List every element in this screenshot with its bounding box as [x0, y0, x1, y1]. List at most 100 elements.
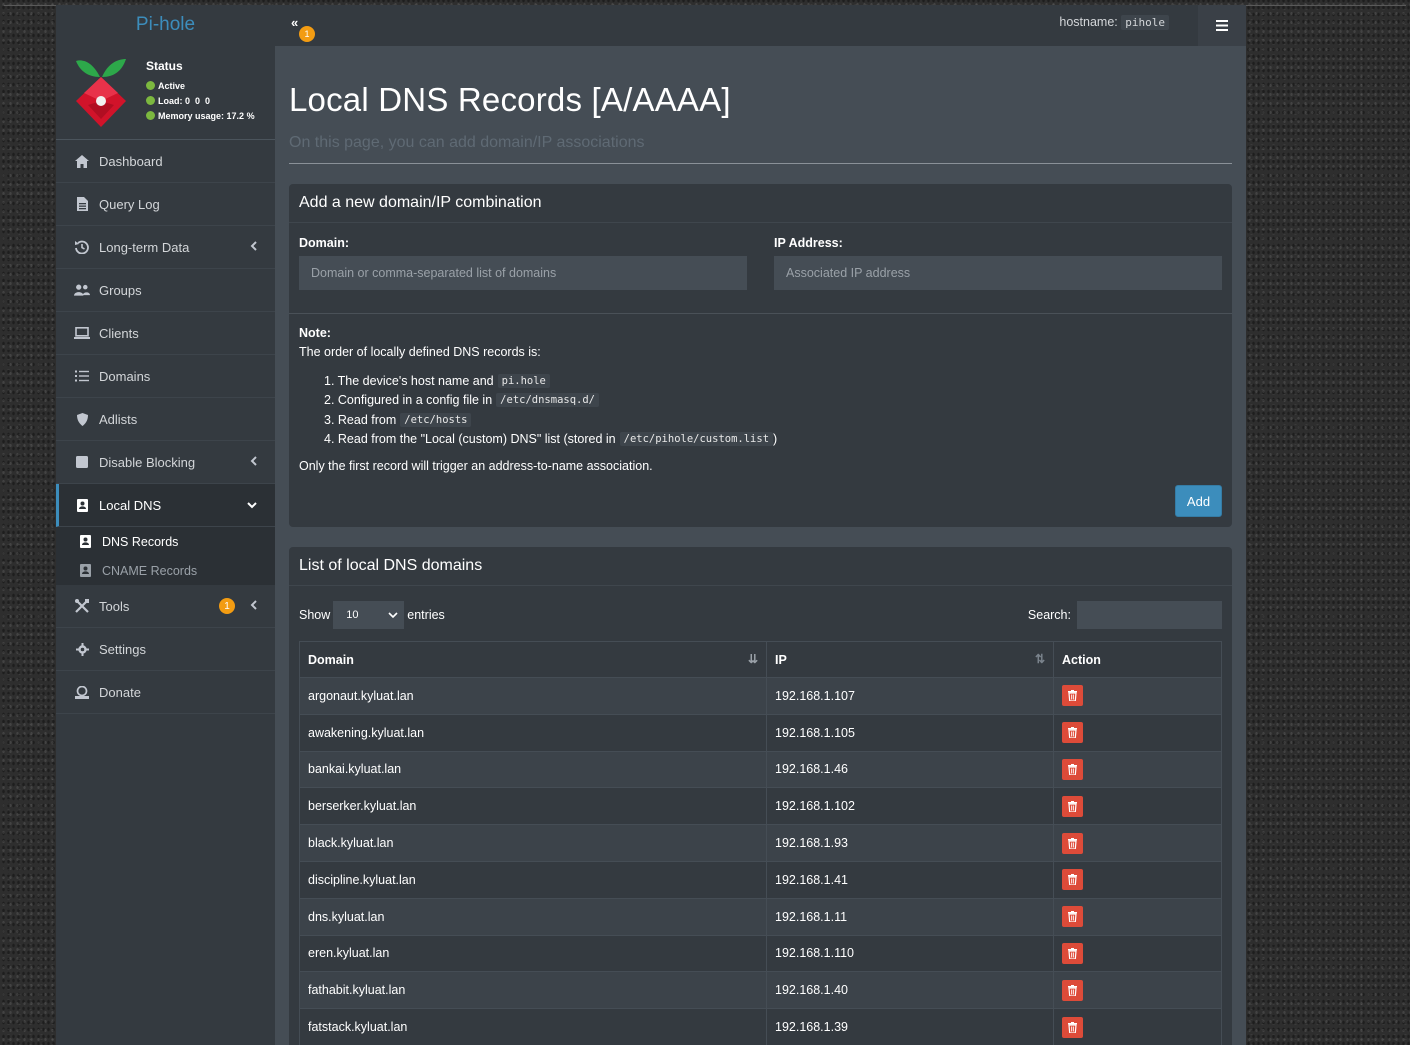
status-dot-icon	[146, 81, 155, 90]
sidebar-subitem-dns-records[interactable]: DNS Records	[56, 527, 275, 556]
trash-icon	[1068, 727, 1077, 739]
note-list-item: 2. Configured in a config file in/etc/dn…	[324, 391, 1222, 411]
page-title: Local DNS Records [A/AAAA]	[289, 81, 731, 118]
trash-icon	[1068, 947, 1077, 959]
sidebar-item-tools[interactable]: Tools 1	[56, 585, 275, 628]
column-header-domain[interactable]: Domain ⇊	[299, 641, 767, 678]
menu-button[interactable]	[1198, 5, 1246, 46]
note-list-item: 1. The device's host name and pi.hole	[324, 371, 1222, 391]
table-row: dns.kyluat.lan 192.168.1.11	[299, 897, 1222, 936]
column-header-ip[interactable]: IP ⇅	[766, 641, 1054, 678]
add-card-title: Add a new domain/IP combination	[289, 184, 1232, 223]
delete-button[interactable]	[1062, 832, 1083, 854]
add-card-body: Domain: IP Address: Note: The order of l…	[289, 223, 1232, 527]
local-dns-submenu: DNS Records CNAME Records	[56, 527, 275, 585]
search-input[interactable]	[1077, 601, 1222, 629]
delete-button[interactable]	[1062, 869, 1083, 891]
sidebar-item-domains[interactable]: Domains	[56, 355, 275, 398]
hamburger-icon	[1216, 20, 1228, 31]
delete-button[interactable]	[1062, 942, 1083, 964]
trash-icon	[1068, 911, 1077, 923]
sidebar-item-clients[interactable]: Clients	[56, 312, 275, 355]
pihole-logo-icon	[76, 59, 126, 127]
search-label: Search:	[1027, 608, 1071, 622]
ip-cell: 192.168.1.105	[766, 713, 1054, 752]
action-cell	[1053, 787, 1222, 826]
sidebar-item-settings[interactable]: Settings	[56, 628, 275, 671]
hostname-value: pihole	[1121, 15, 1169, 30]
delete-button[interactable]	[1062, 1016, 1083, 1038]
note-list: 1. The device's host name and pi.hole 2. …	[299, 371, 1222, 449]
column-label: IP	[775, 652, 787, 667]
tools-badge: 1	[219, 598, 235, 614]
note-item-text: 4. Read from the "Local (custom) DNS" li…	[324, 432, 616, 447]
domain-input[interactable]	[299, 256, 747, 290]
delete-button[interactable]	[1062, 906, 1083, 928]
sidebar-item-adlists[interactable]: Adlists	[56, 398, 275, 441]
column-header-action: Action	[1053, 641, 1222, 678]
notification-badge[interactable]: 1	[299, 26, 315, 42]
delete-button[interactable]	[1062, 795, 1083, 817]
laptop-icon	[74, 325, 90, 341]
ip-cell: 192.168.1.110	[766, 934, 1054, 973]
status-memory: Memory usage: 17.2 %	[146, 108, 255, 123]
table-row: black.kyluat.lan 192.168.1.93	[299, 824, 1222, 862]
sidebar-item-donate[interactable]: Donate	[56, 671, 275, 714]
brand-logo-text[interactable]: Pi-hole	[56, 5, 275, 45]
delete-button[interactable]	[1062, 685, 1083, 707]
chevron-left-icon	[250, 240, 257, 254]
sidebar-item-local-dns[interactable]: Local DNS	[56, 484, 275, 527]
records-table-body: argonaut.kyluat.lan 192.168.1.107 awakenin…	[299, 677, 1222, 1045]
action-cell	[1053, 824, 1222, 862]
hostname-label: hostname:	[1059, 15, 1118, 29]
chevron-down-icon	[388, 611, 398, 618]
delete-button[interactable]	[1062, 758, 1083, 780]
brand-prefix: Pi-	[135, 14, 160, 35]
sidebar-item-dashboard[interactable]: Dashboard	[56, 140, 275, 183]
list-card-title: List of local DNS domains	[289, 547, 1232, 586]
list-icon	[74, 368, 90, 384]
sidebar-item-query-log[interactable]: Query Log	[56, 183, 275, 226]
status-active: Active	[146, 78, 255, 93]
trash-icon	[1068, 800, 1077, 812]
page-subtitle: On this page, you can add domain/IP asso…	[289, 134, 1232, 164]
sidebar-subitem-cname-records[interactable]: CNAME Records	[56, 556, 275, 585]
sidebar-item-label: Disable Blocking	[99, 454, 196, 470]
status-panel: Status Active Load: 0 0 0 Memory usage: …	[56, 45, 275, 140]
chevron-left-icon	[250, 455, 257, 469]
add-record-card: Add a new domain/IP combination Domain: …	[289, 184, 1232, 527]
ip-label: IP Address:	[774, 236, 843, 250]
sidebar-item-disable-blocking[interactable]: Disable Blocking	[56, 441, 275, 484]
users-icon	[74, 282, 90, 298]
table-row: berserker.kyluat.lan 192.168.1.102	[299, 787, 1222, 826]
table-row: discipline.kyluat.lan 192.168.1.41	[299, 860, 1222, 899]
ip-input[interactable]	[774, 256, 1222, 290]
add-button[interactable]: Add	[1175, 485, 1222, 517]
column-label: Domain	[308, 652, 354, 667]
divider	[289, 313, 1232, 314]
sidebar-toggle-button[interactable]: «	[291, 15, 298, 30]
ip-cell: 192.168.1.41	[766, 860, 1054, 899]
entries-select[interactable]: 10	[333, 601, 405, 629]
status-box: Status Active Load: 0 0 0 Memory usage: …	[146, 59, 255, 123]
ip-cell: 192.168.1.11	[766, 897, 1054, 936]
address-book-icon	[78, 564, 92, 578]
records-list-card: List of local DNS domains Show 10 entrie…	[289, 547, 1232, 1045]
delete-button[interactable]	[1062, 722, 1083, 744]
delete-button[interactable]	[1062, 979, 1083, 1001]
note-last: Only the first record will trigger an ad…	[299, 459, 653, 473]
status-dot-icon	[146, 96, 155, 105]
sidebar-item-long-term-data[interactable]: Long-term Data	[56, 226, 275, 269]
sidebar-item-groups[interactable]: Groups	[56, 269, 275, 312]
table-row: eren.kyluat.lan 192.168.1.110	[299, 934, 1222, 973]
domain-label: Domain:	[299, 236, 349, 250]
gear-icon	[74, 641, 90, 657]
address-book-icon	[74, 497, 90, 513]
note-item-text: 3. Read from	[324, 412, 397, 427]
show-label: Show	[299, 608, 331, 622]
sidebar-item-label: Long-term Data	[99, 239, 190, 255]
sidebar-subitem-label: DNS Records	[102, 534, 179, 549]
column-label: Action	[1062, 652, 1101, 667]
entries-value: 10	[346, 609, 359, 621]
brand-suffix: hole	[159, 14, 196, 35]
